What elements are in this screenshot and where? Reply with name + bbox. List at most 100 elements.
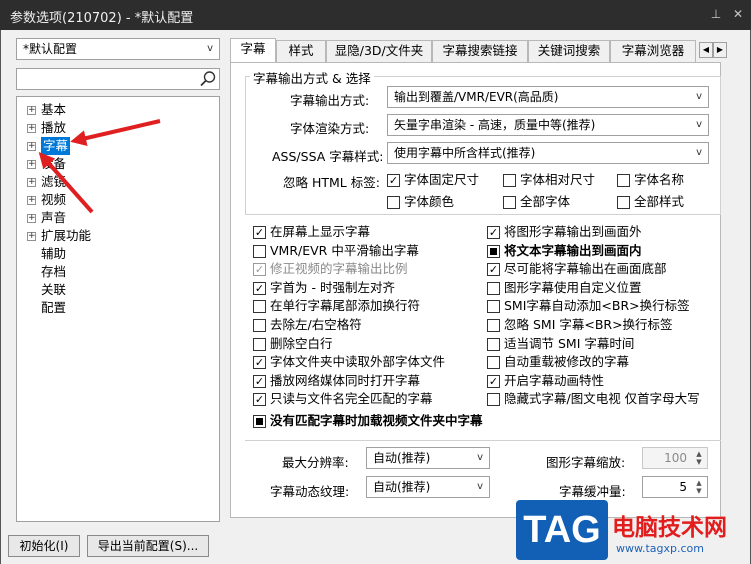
expand-icon[interactable]: + [27,196,36,205]
buffer-stepper[interactable]: 5 ▲ ▼ [642,476,708,498]
tree-item[interactable]: + 扩展功能 [17,227,217,245]
checkbox-icon[interactable] [503,174,516,187]
init-button[interactable]: 初始化(I) [8,535,80,557]
tab-style[interactable]: 样式 [276,40,326,62]
search-input[interactable] [16,68,220,90]
options-tree[interactable]: + 基本 + 播放 + 字幕 + 设备 + 滤镜 + 视频 + 声音 + 扩展功能 辅助 存档 关联 配置 [16,96,220,522]
option-checkbox[interactable]: 图形字幕使用自定义位置 [487,280,642,296]
checkbox-icon[interactable]: ✓ [253,281,266,295]
checkbox-icon[interactable] [387,196,400,209]
checkbox-icon[interactable] [487,281,500,295]
checkbox-icon[interactable] [253,300,266,314]
expand-icon[interactable]: + [27,106,36,115]
option-checkbox[interactable]: 字体名称 [617,172,684,188]
checkbox-icon[interactable] [253,415,266,428]
checkbox-icon[interactable]: ✓ [253,393,266,407]
expand-icon[interactable]: + [27,124,36,133]
option-checkbox[interactable]: 在单行字幕尾部添加换行符 [253,298,420,314]
option-checkbox[interactable]: ✓ 开启字幕动画特性 [487,373,604,389]
tree-item[interactable]: 辅助 [17,245,217,263]
option-checkbox[interactable]: SMI字幕自动添加<BR>换行标签 [487,298,690,314]
expand-icon[interactable]: + [27,178,36,187]
option-checkbox[interactable]: 自动重载被修改的字幕 [487,354,629,370]
option-checkbox[interactable]: ✓ 将图形字幕输出到画面外 [487,224,642,240]
expand-icon[interactable]: + [27,160,36,169]
option-checkbox[interactable]: ✓ 修正视频的字幕输出比例 [253,261,408,277]
option-checkbox[interactable]: ✓ 字体固定尺寸 [387,172,479,188]
spin-updown-icon[interactable]: ▲ ▼ [693,479,705,495]
checkbox-icon[interactable]: ✓ [487,374,500,388]
checkbox-icon[interactable] [253,319,266,332]
checkbox-icon[interactable]: ✓ [253,374,266,388]
checkbox-icon[interactable] [253,337,266,351]
checkbox-icon[interactable] [487,300,500,314]
ass-style-select[interactable]: 使用字幕中所含样式(推荐) v [387,142,709,164]
option-checkbox[interactable]: 删除空白行 [253,336,333,352]
profile-select[interactable]: *默认配置 v [16,38,220,60]
option-label: 只读与文件名完全匹配的字幕 [270,391,433,407]
option-checkbox[interactable]: ✓ 尽可能将字幕输出在画面底部 [487,261,667,277]
option-checkbox[interactable]: ✓ 字首为 - 时强制左对齐 [253,280,395,296]
checkbox-icon[interactable]: ✓ [253,356,266,370]
expand-icon[interactable]: + [27,232,36,241]
option-checkbox[interactable]: 字体相对尺寸 [503,172,595,188]
tab-subtitle[interactable]: 字幕 [230,38,276,62]
checkbox-icon[interactable] [487,244,500,258]
tab-search-links[interactable]: 字幕搜索链接 [432,40,528,62]
tab-visibility[interactable]: 显隐/3D/文件夹 [326,40,432,62]
pin-icon[interactable]: ⊥ [710,7,722,21]
tab-subtitle-browser[interactable]: 字幕浏览器 [610,40,696,62]
tab-keyword-search[interactable]: 关键词搜索 [528,40,610,62]
expand-icon[interactable]: + [27,214,36,223]
option-checkbox[interactable]: ✓ 字体文件夹中读取外部字体文件 [253,354,445,370]
tree-item[interactable]: + 字幕 [17,137,217,155]
tree-item[interactable]: + 声音 [17,209,217,227]
tree-item[interactable]: 配置 [17,299,217,317]
option-checkbox[interactable]: 全部字体 [503,194,570,210]
checkbox-icon[interactable] [503,196,516,209]
spin-updown-icon[interactable]: ▲ ▼ [693,450,705,466]
texture-select[interactable]: 自动(推荐) v [366,476,490,498]
option-checkbox[interactable]: 去除左/右空格符 [253,317,362,333]
option-checkbox[interactable]: 字体颜色 [387,194,454,210]
option-checkbox[interactable]: 适当调节 SMI 字幕时间 [487,336,634,352]
option-checkbox[interactable]: 没有匹配字幕时加载视频文件夹中字幕 [253,413,483,429]
checkbox-icon[interactable]: ✓ [487,263,500,277]
tree-item[interactable]: + 基本 [17,101,217,119]
checkbox-icon[interactable] [487,356,500,370]
option-checkbox[interactable]: VMR/EVR 中平滑输出字幕 [253,243,419,259]
option-checkbox[interactable]: 全部样式 [617,194,684,210]
checkbox-icon[interactable] [617,174,630,187]
tree-item[interactable]: + 播放 [17,119,217,137]
tab-scroll-right-icon[interactable]: ▶ [713,42,727,58]
option-checkbox[interactable]: ✓ 播放网络媒体同时打开字幕 [253,373,420,389]
search-icon[interactable] [199,70,217,88]
close-icon[interactable]: ✕ [732,7,744,21]
expand-icon[interactable]: + [27,142,36,151]
option-checkbox[interactable]: ✓ 只读与文件名完全匹配的字幕 [253,391,433,407]
output-mode-select[interactable]: 输出到覆盖/VMR/EVR(高品质) v [387,86,709,108]
option-checkbox[interactable]: 忽略 SMI 字幕<BR>换行标签 [487,317,673,333]
checkbox-icon[interactable]: ✓ [387,174,400,187]
tree-item[interactable]: + 滤镜 [17,173,217,191]
font-render-select[interactable]: 矢量字串渲染 - 高速，质量中等(推荐) v [387,114,709,136]
max-res-select[interactable]: 自动(推荐) v [366,447,490,469]
tab-scroll-left-icon[interactable]: ◀ [699,42,713,58]
checkbox-icon[interactable]: ✓ [487,226,500,239]
export-config-button[interactable]: 导出当前配置(S)... [87,535,209,557]
graphic-scale-stepper[interactable]: 100 ▲ ▼ [642,447,708,469]
checkbox-icon[interactable] [617,196,630,209]
option-checkbox[interactable]: 将文本字幕输出到画面内 [487,243,642,259]
checkbox-icon[interactable]: ✓ [253,226,266,239]
tree-item[interactable]: + 视频 [17,191,217,209]
checkbox-icon[interactable] [487,337,500,351]
tree-item[interactable]: 关联 [17,281,217,299]
checkbox-icon[interactable] [487,393,500,407]
tree-item[interactable]: + 设备 [17,155,217,173]
checkbox-icon[interactable]: ✓ [253,263,266,277]
option-checkbox[interactable]: ✓ 在屏幕上显示字幕 [253,224,370,240]
option-checkbox[interactable]: 隐藏式字幕/图文电视 仅首字母大写 [487,391,700,407]
checkbox-icon[interactable] [487,319,500,332]
checkbox-icon[interactable] [253,244,266,258]
tree-item[interactable]: 存档 [17,263,217,281]
